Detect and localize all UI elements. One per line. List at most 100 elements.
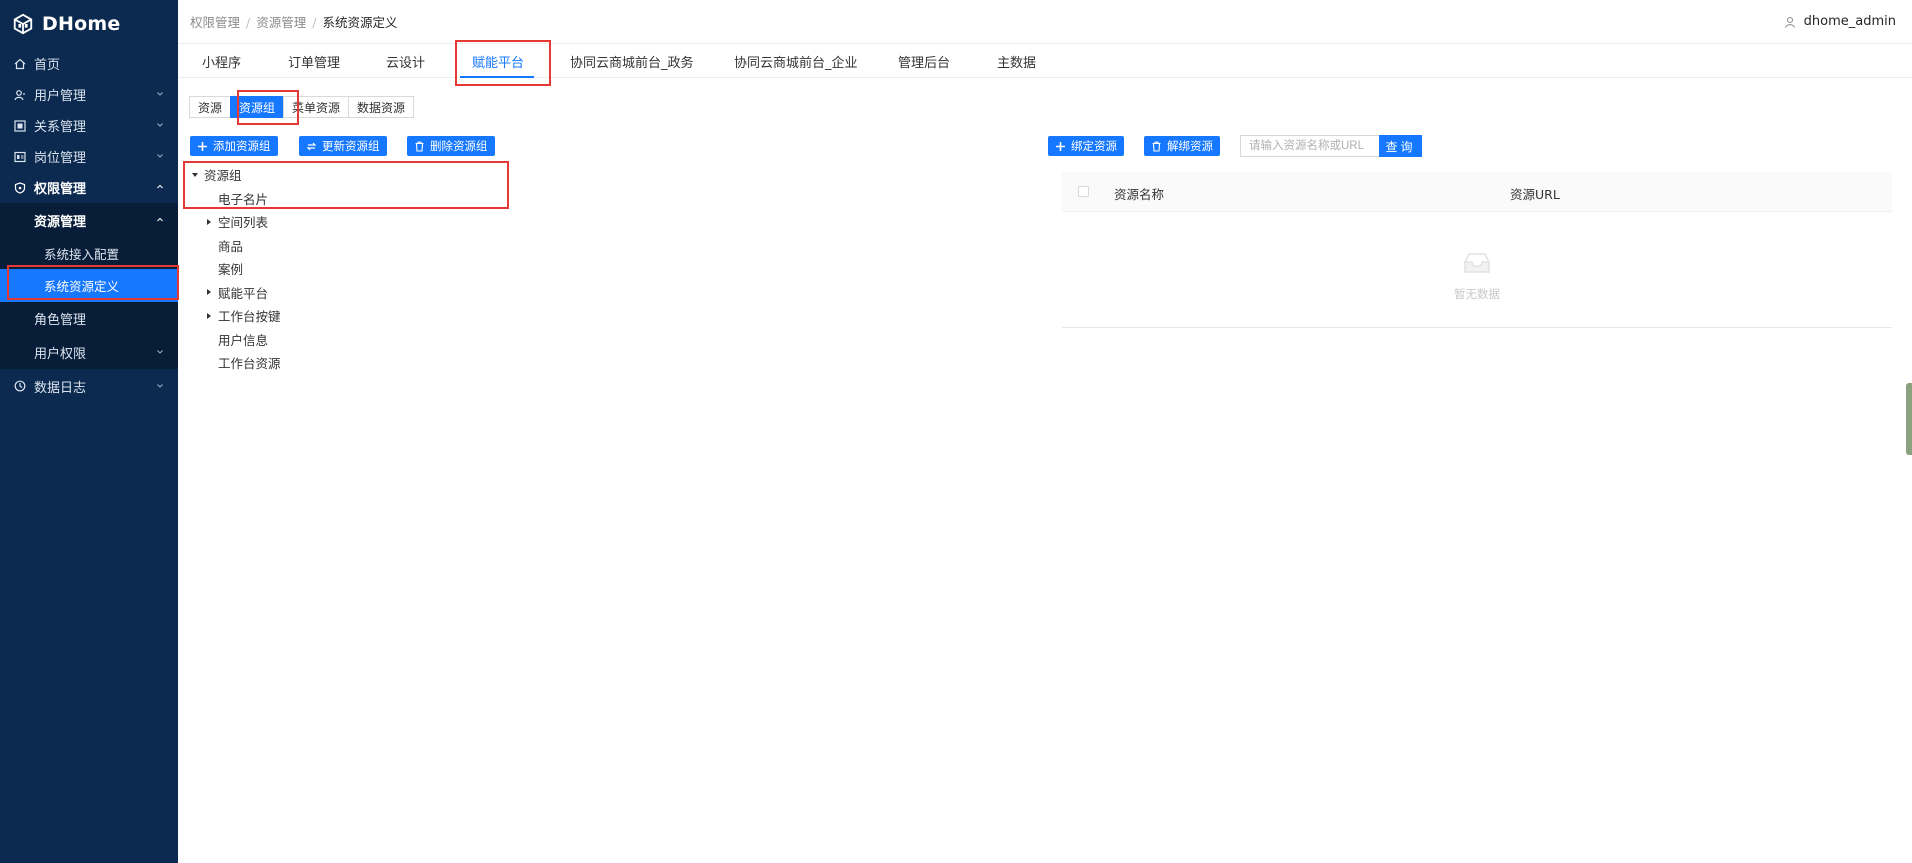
tab-admin-backend[interactable]: 管理后台 xyxy=(898,52,950,71)
sidebar-item-label: 关系管理 xyxy=(34,120,87,135)
sidebar-item-label: 首页 xyxy=(34,58,61,73)
tree-node[interactable]: 空间列表 xyxy=(190,210,281,234)
tree-node[interactable]: 案例 xyxy=(190,257,281,281)
tab-collab-mall-gov[interactable]: 协同云商城前台_政务 xyxy=(570,52,694,71)
table-body: 暂无数据 xyxy=(1062,212,1892,328)
subtab-data-resource[interactable]: 数据资源 xyxy=(348,96,415,118)
tree-node-root[interactable]: 资源组 xyxy=(190,163,281,187)
tab-master-data[interactable]: 主数据 xyxy=(997,52,1036,71)
sidebar-item-label: 用户权限 xyxy=(34,346,87,362)
trash-icon xyxy=(415,141,424,152)
resource-table: 资源名称 资源URL 暂无数据 xyxy=(1062,172,1892,328)
button-label: 解绑资源 xyxy=(1167,139,1213,153)
floating-scroll-handle[interactable] xyxy=(1906,383,1912,455)
unbind-resource-button[interactable]: 解绑资源 xyxy=(1144,136,1220,156)
caret-spacer xyxy=(204,240,214,250)
post-icon xyxy=(14,151,26,162)
breadcrumb-current: 系统资源定义 xyxy=(322,15,398,30)
sidebar-item-label: 系统资源定义 xyxy=(44,279,120,294)
permission-submenu: 资源管理 系统接入配置 系统资源定义 角色管理 用户权限 xyxy=(0,203,178,369)
system-tabs: 小程序 订单管理 云设计 赋能平台 协同云商城前台_政务 协同云商城前台_企业 … xyxy=(178,44,1912,78)
resource-search-input[interactable] xyxy=(1240,135,1379,157)
breadcrumb-separator: / xyxy=(312,15,317,30)
tree-node-label: 赋能平台 xyxy=(218,285,269,301)
button-label: 绑定资源 xyxy=(1071,139,1117,153)
query-button[interactable]: 查询 xyxy=(1379,135,1422,157)
subtab-resource-group[interactable]: 资源组 xyxy=(230,96,285,118)
tree-node-label: 工作台资源 xyxy=(218,356,281,372)
tab-order-management[interactable]: 订单管理 xyxy=(288,52,340,71)
button-label: 删除资源组 xyxy=(430,139,488,153)
app-name: DHome xyxy=(42,13,121,35)
breadcrumb-separator: / xyxy=(246,15,251,30)
tab-enablement-platform[interactable]: 赋能平台 xyxy=(472,52,524,71)
username: dhome_admin xyxy=(1803,14,1896,29)
breadcrumb-item[interactable]: 资源管理 xyxy=(256,15,306,30)
caret-spacer xyxy=(204,193,214,203)
add-resource-group-button[interactable]: 添加资源组 xyxy=(190,136,278,156)
sidebar-item-user-permissions[interactable]: 用户权限 xyxy=(0,335,178,369)
chevron-down-icon xyxy=(157,350,163,354)
caret-spacer xyxy=(204,264,214,274)
sidebar-item-label: 资源管理 xyxy=(34,214,87,230)
breadcrumb: 权限管理 / 资源管理 / 系统资源定义 xyxy=(190,12,397,31)
tab-collab-mall-enterprise[interactable]: 协同云商城前台_企业 xyxy=(734,52,858,71)
refresh-icon xyxy=(306,142,317,150)
trash-icon xyxy=(1152,141,1161,152)
breadcrumb-item[interactable]: 权限管理 xyxy=(190,15,240,30)
tree-node-label: 商品 xyxy=(218,238,244,254)
tree-node[interactable]: 工作台资源 xyxy=(190,351,281,375)
empty-inbox-icon xyxy=(1464,253,1490,273)
tree-node-label: 用户信息 xyxy=(218,332,269,348)
shield-icon xyxy=(14,181,26,194)
sidebar-item-label: 角色管理 xyxy=(34,313,87,328)
sidebar-item-permissions[interactable]: 权限管理 xyxy=(0,172,178,203)
plus-icon xyxy=(198,141,207,151)
tree-node[interactable]: 用户信息 xyxy=(190,328,281,352)
button-label: 添加资源组 xyxy=(213,139,271,153)
caret-down-icon[interactable] xyxy=(190,170,200,180)
caret-right-icon[interactable] xyxy=(204,311,214,321)
user-menu[interactable]: dhome_admin xyxy=(1784,14,1896,29)
sidebar-item-label: 用户管理 xyxy=(34,89,87,104)
caret-right-icon[interactable] xyxy=(204,217,214,227)
sidebar-item-system-resource-definition[interactable]: 系统资源定义 xyxy=(0,269,178,302)
caret-spacer xyxy=(204,358,214,368)
tab-cloud-design[interactable]: 云设计 xyxy=(386,52,425,71)
sidebar-item-system-access-config[interactable]: 系统接入配置 xyxy=(0,237,178,269)
tree-node[interactable]: 工作台按键 xyxy=(190,304,281,328)
sidebar-item-users[interactable]: 用户管理 xyxy=(0,79,178,110)
app-logo[interactable]: DHome xyxy=(0,0,178,48)
log-icon xyxy=(14,380,26,392)
empty-text: 暂无数据 xyxy=(1454,287,1500,301)
tree-node[interactable]: 电子名片 xyxy=(190,187,281,211)
tree-node-label: 空间列表 xyxy=(218,215,269,231)
sidebar-item-posts[interactable]: 岗位管理 xyxy=(0,141,178,172)
active-tab-indicator xyxy=(460,76,534,78)
caret-spacer xyxy=(204,334,214,344)
sidebar-item-home[interactable]: 首页 xyxy=(0,48,178,79)
tree-node[interactable]: 赋能平台 xyxy=(190,281,281,305)
table-header: 资源名称 资源URL xyxy=(1062,172,1892,212)
update-resource-group-button[interactable]: 更新资源组 xyxy=(299,136,387,156)
subtab-menu-resource[interactable]: 菜单资源 xyxy=(283,96,350,118)
sidebar-item-role-management[interactable]: 角色管理 xyxy=(0,302,178,335)
home-icon xyxy=(14,58,26,69)
bind-resource-button[interactable]: 绑定资源 xyxy=(1048,136,1124,156)
sidebar: DHome 首页 用户管理 关系管理 岗位管理 权限管理 资源管理 系统接入配置… xyxy=(0,0,178,863)
chevron-down-icon xyxy=(157,123,163,127)
select-all-checkbox[interactable] xyxy=(1078,186,1089,197)
tree-node[interactable]: 商品 xyxy=(190,234,281,258)
sidebar-item-data-log[interactable]: 数据日志 xyxy=(0,369,178,403)
tab-mini-program[interactable]: 小程序 xyxy=(202,52,241,71)
subtab-resource[interactable]: 资源 xyxy=(189,96,232,118)
relation-icon xyxy=(14,119,26,132)
sidebar-item-resource-management[interactable]: 资源管理 xyxy=(0,203,178,237)
sidebar-item-label: 岗位管理 xyxy=(34,151,87,166)
column-header-name: 资源名称 xyxy=(1114,187,1165,202)
caret-right-icon[interactable] xyxy=(204,287,214,297)
chevron-down-icon xyxy=(157,154,163,158)
tree-node-label: 案例 xyxy=(218,262,244,278)
delete-resource-group-button[interactable]: 删除资源组 xyxy=(407,136,495,156)
sidebar-item-relations[interactable]: 关系管理 xyxy=(0,110,178,141)
